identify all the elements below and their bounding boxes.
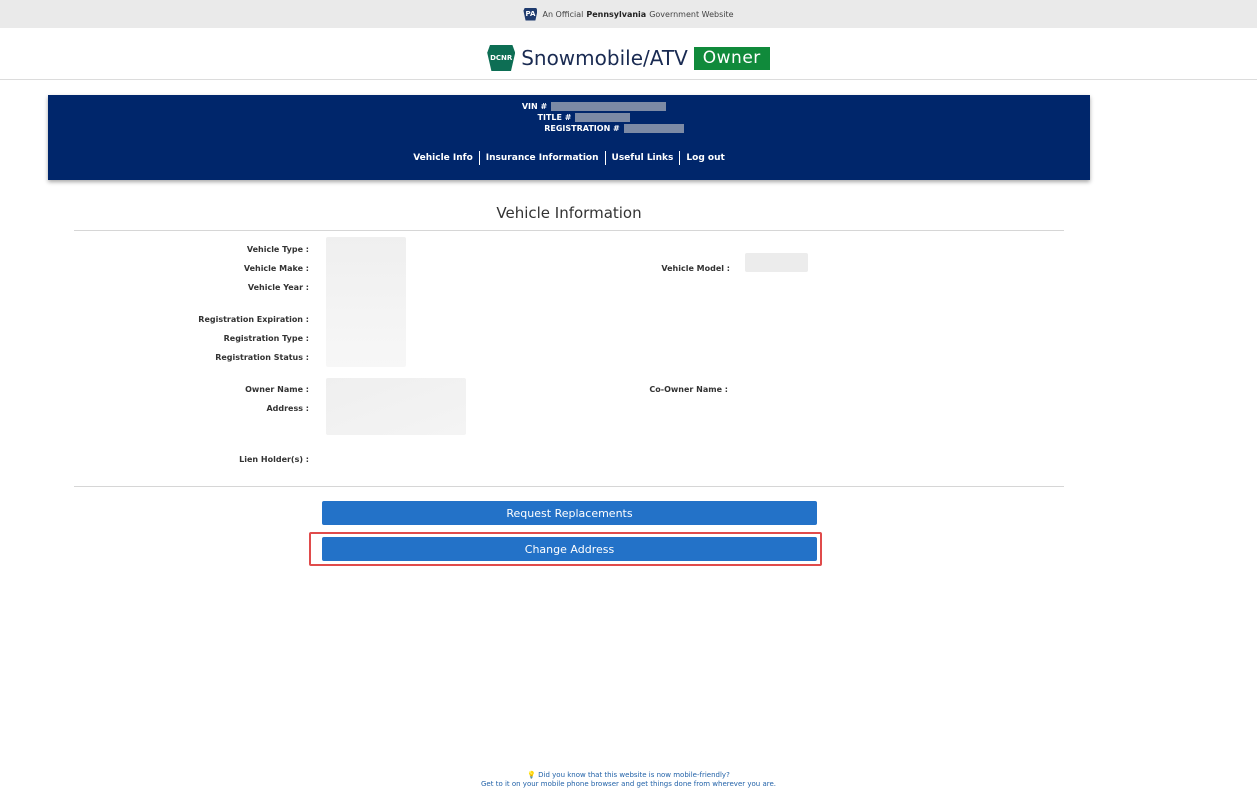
vehicle-identifiers: VIN # TITLE # REGISTRATION # [48, 101, 1090, 134]
co-owner-name-label: Co-Owner Name : [649, 385, 728, 394]
redacted-vehicle-values [326, 237, 406, 367]
site-title: Snowmobile/ATV [521, 46, 688, 70]
gov-banner-state: Pennsylvania [586, 9, 647, 19]
footer-line-1: Did you know that this website is now mo… [538, 771, 730, 779]
nav-log-out[interactable]: Log out [686, 153, 724, 163]
vehicle-make-label: Vehicle Make : [243, 264, 309, 273]
official-gov-banner: PA An Official Pennsylvania Government W… [0, 0, 1257, 28]
vin-label: VIN # [521, 102, 548, 111]
nav-useful-links[interactable]: Useful Links [612, 153, 674, 163]
vehicle-model-label: Vehicle Model : [661, 264, 730, 273]
vin-value-redacted [551, 102, 667, 111]
nav-insurance-information[interactable]: Insurance Information [486, 153, 599, 163]
section-title: Vehicle Information [496, 204, 642, 222]
change-address-button[interactable]: Change Address [322, 537, 817, 561]
nav-separator [679, 151, 681, 165]
lien-holders-label: Lien Holder(s) : [239, 455, 309, 464]
nav-separator [478, 151, 480, 165]
gov-banner-suffix: Government Website [649, 9, 734, 19]
redacted-vehicle-model [745, 253, 808, 272]
vehicle-header: VIN # TITLE # REGISTRATION # Vehicle Inf… [48, 95, 1090, 180]
registration-type-label: Registration Type : [223, 334, 309, 343]
footer-line-2: Get to it on your mobile phone browser a… [481, 780, 776, 788]
owner-badge: Owner [693, 46, 770, 70]
vehicle-year-label: Vehicle Year : [247, 283, 309, 292]
nav-separator [604, 151, 606, 165]
title-label: TITLE # [537, 113, 572, 122]
dcnr-keystone-icon: DCNR [487, 45, 516, 71]
registration-status-label: Registration Status : [215, 353, 309, 362]
nav-vehicle-info[interactable]: Vehicle Info [413, 153, 473, 163]
title-value-redacted [575, 113, 631, 122]
section-divider-top [74, 230, 1064, 231]
site-brand[interactable]: DCNR Snowmobile/ATV Owner [0, 38, 1257, 78]
section-divider-bottom [74, 486, 1064, 487]
vehicle-nav: Vehicle Info Insurance Information Usefu… [48, 151, 1090, 165]
gov-banner-prefix: An Official [542, 9, 584, 19]
vehicle-type-label: Vehicle Type : [246, 245, 309, 254]
brand-divider [0, 79, 1257, 80]
pa-keystone-icon: PA [523, 7, 538, 21]
registration-expiration-label: Registration Expiration : [198, 315, 309, 324]
lightbulb-icon: 💡 [527, 771, 536, 779]
registration-label: REGISTRATION # [544, 124, 620, 133]
registration-value-redacted [623, 124, 684, 133]
owner-name-label: Owner Name : [245, 385, 309, 394]
redacted-owner-address [326, 378, 466, 435]
request-replacements-button[interactable]: Request Replacements [322, 501, 817, 525]
address-label: Address : [266, 404, 309, 413]
mobile-friendly-notice: 💡 Did you know that this website is now … [0, 771, 1257, 789]
